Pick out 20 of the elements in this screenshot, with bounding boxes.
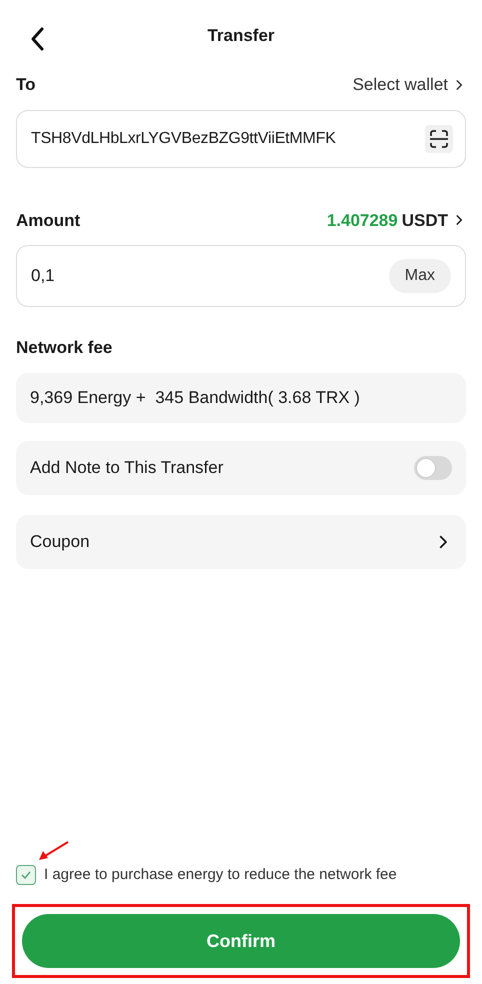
network-fee-value: 9,369 Energy + 345 Bandwidth( 3.68 TRX )	[30, 386, 360, 409]
check-icon	[20, 868, 32, 881]
select-wallet-link[interactable]: Select wallet	[352, 72, 466, 98]
coupon-row[interactable]: Coupon	[16, 514, 466, 568]
scan-icon	[428, 128, 450, 150]
address-field[interactable]: TSH8VdLHbLxrLYGVBezBZG9ttViiEtMMFK	[16, 110, 466, 168]
amount-label: Amount	[16, 210, 80, 232]
scan-button[interactable]	[425, 124, 453, 152]
note-label: Add Note to This Transfer	[30, 456, 224, 479]
agreement-text: I agree to purchase energy to reduce the network fee	[44, 864, 397, 884]
address-value: TSH8VdLHbLxrLYGVBezBZG9ttViiEtMMFK	[31, 128, 336, 148]
amount-field[interactable]: 0,1 Max	[16, 245, 466, 307]
page-title: Transfer	[207, 25, 275, 48]
to-label: To	[16, 74, 36, 96]
max-button[interactable]: Max	[388, 259, 451, 293]
note-toggle[interactable]	[414, 456, 452, 480]
amount-value: 0,1	[31, 265, 55, 288]
agree-checkbox[interactable]	[16, 864, 36, 885]
balance-link[interactable]: 1.407289 USDT	[326, 208, 466, 233]
network-fee-label: Network fee	[16, 337, 114, 359]
